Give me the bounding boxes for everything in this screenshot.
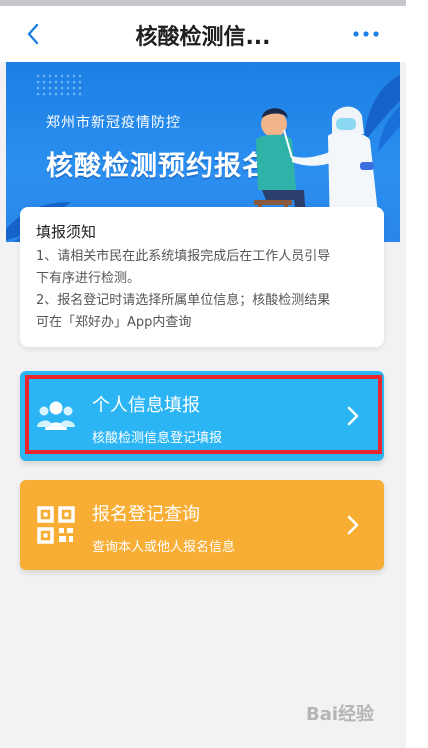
- app-frame: 核酸检测信... 郑州市新冠疫情防控 核酸检测预约报名 填报须知 1、请相关市民…: [0, 0, 406, 748]
- banner-subtitle: 郑州市新冠疫情防控: [46, 115, 181, 131]
- dot-pattern-decoration: [36, 74, 82, 96]
- back-button[interactable]: [20, 20, 48, 48]
- notice-body: 1、请相关市民在此系统填报完成后在工作人员引导 下有序进行检测。 2、报名登记时…: [36, 246, 368, 334]
- notice-line: 1、请相关市民在此系统填报完成后在工作人员引导: [36, 249, 331, 264]
- page-title: 核酸检测信...: [135, 25, 271, 50]
- notice-heading: 填报须知: [36, 223, 97, 243]
- more-dots-icon[interactable]: [348, 22, 384, 46]
- card-title: 报名登记查询: [92, 504, 200, 525]
- notice-line: 可在「郑好办」App内查询: [36, 315, 192, 330]
- chevron-right-icon: [347, 515, 359, 535]
- watermark-text: Bai经验: [306, 704, 375, 725]
- chevron-left-icon: [27, 23, 39, 45]
- notice-line: 下有序进行检测。: [36, 271, 141, 286]
- annotation-highlight-box: [25, 375, 382, 454]
- registration-query-button[interactable]: 报名登记查询 查询本人或他人报名信息: [20, 480, 384, 570]
- card-description: 查询本人或他人报名信息: [92, 540, 236, 555]
- nav-bar: 核酸检测信...: [0, 6, 406, 62]
- notice-card: 填报须知 1、请相关市民在此系统填报完成后在工作人员引导 下有序进行检测。 2、…: [20, 207, 384, 347]
- qr-code-icon: [37, 506, 75, 544]
- notice-line: 2、报名登记时请选择所属单位信息；核酸检测结果: [36, 293, 331, 308]
